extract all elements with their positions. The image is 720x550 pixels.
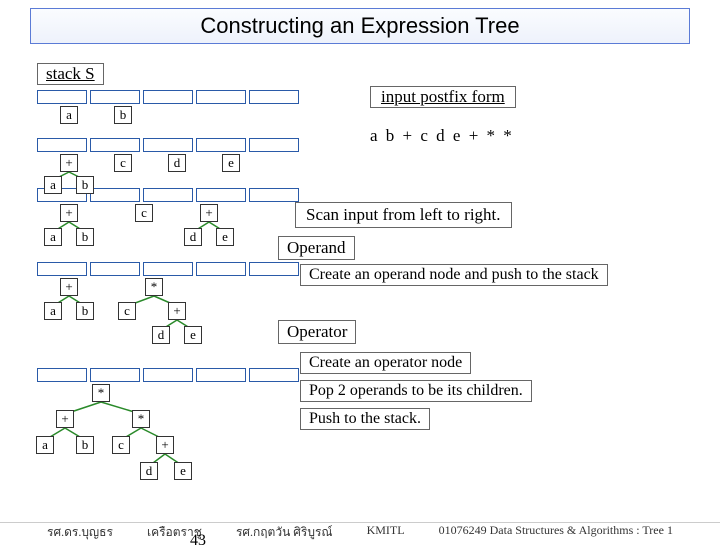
- stack-slot: [143, 368, 193, 382]
- stack-slot: [249, 90, 299, 104]
- tree-node: e: [216, 228, 234, 246]
- stack-slot: [143, 138, 193, 152]
- tree-node: e: [174, 462, 192, 480]
- tree-node: d: [152, 326, 170, 344]
- tree-node: *: [92, 384, 110, 402]
- tree-node: d: [184, 228, 202, 246]
- tree-node: b: [76, 436, 94, 454]
- stack-slot: [37, 138, 87, 152]
- footer-author1: รศ.ดร.บุญธร: [47, 523, 113, 542]
- stack-slot: [196, 188, 246, 202]
- tree-node: c: [135, 204, 153, 222]
- tree-node: a: [44, 176, 62, 194]
- footer: รศ.ดร.บุญธร เครือตราชู รศ.กฤตวัน ศิริบูร…: [0, 522, 720, 542]
- tree-node: b: [114, 106, 132, 124]
- footer-kmitl: KMITL: [367, 523, 405, 542]
- stack-slot-row: [37, 90, 302, 104]
- tree-node: +: [60, 278, 78, 296]
- operator-heading: Operator: [278, 320, 356, 344]
- operator-step-1: Create an operator node: [300, 352, 471, 374]
- tree-node: a: [36, 436, 54, 454]
- tree-node: a: [44, 302, 62, 320]
- stack-slot: [37, 262, 87, 276]
- stack-slot: [196, 368, 246, 382]
- operator-step-2: Pop 2 operands to be its children.: [300, 380, 532, 402]
- scan-instruction: Scan input from left to right.: [295, 202, 512, 228]
- stack-slot: [90, 368, 140, 382]
- stack-label: stack S: [37, 63, 104, 85]
- tree-node: a: [60, 106, 78, 124]
- stack-slot: [37, 368, 87, 382]
- stack-slot: [196, 138, 246, 152]
- tree-node: *: [132, 410, 150, 428]
- page-title: Constructing an Expression Tree: [30, 8, 690, 44]
- tree-node: c: [112, 436, 130, 454]
- tree-node: c: [118, 302, 136, 320]
- stack-slot: [196, 262, 246, 276]
- tree-node: +: [156, 436, 174, 454]
- stack-slot: [249, 368, 299, 382]
- stack-slot: [143, 90, 193, 104]
- stack-slot: [90, 262, 140, 276]
- stack-slot: [249, 138, 299, 152]
- tree-node: +: [56, 410, 74, 428]
- tree-node: d: [140, 462, 158, 480]
- footer-course: 01076249 Data Structures & Algorithms : …: [439, 523, 673, 542]
- tree-node: +: [60, 154, 78, 172]
- stack-slot: [90, 90, 140, 104]
- tree-node: b: [76, 228, 94, 246]
- operator-step-3: Push to the stack.: [300, 408, 430, 430]
- stack-slot: [249, 188, 299, 202]
- page-number: 43: [190, 532, 206, 550]
- footer-author2: รศ.กฤตวัน ศิริบูรณ์: [236, 523, 333, 542]
- tree-node: d: [168, 154, 186, 172]
- tree-node: b: [76, 302, 94, 320]
- stack-slot: [196, 90, 246, 104]
- stack-slot-row: [37, 138, 302, 152]
- stack-slot: [143, 188, 193, 202]
- tree-node: +: [168, 302, 186, 320]
- operand-desc: Create an operand node and push to the s…: [300, 264, 608, 286]
- stack-slot: [90, 138, 140, 152]
- stack-slot: [37, 90, 87, 104]
- tree-node: *: [145, 278, 163, 296]
- postfix-label: input postfix form: [370, 86, 516, 108]
- tree-node: c: [114, 154, 132, 172]
- stack-slot-row: [37, 262, 302, 276]
- stack-slot: [249, 262, 299, 276]
- tree-node: a: [44, 228, 62, 246]
- tree-node: e: [184, 326, 202, 344]
- stack-slot-row: [37, 368, 302, 382]
- stack-slot: [90, 188, 140, 202]
- postfix-value: a b + c d e + * *: [370, 126, 514, 146]
- tree-node: b: [76, 176, 94, 194]
- operand-heading: Operand: [278, 236, 355, 260]
- tree-node: +: [60, 204, 78, 222]
- tree-node: +: [200, 204, 218, 222]
- tree-node: e: [222, 154, 240, 172]
- stack-slot: [143, 262, 193, 276]
